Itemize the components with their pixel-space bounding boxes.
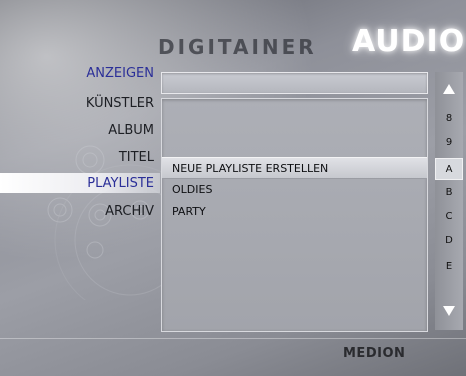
list-item-new-playlist[interactable]: NEUE PLAYLISTE ERSTELLEN bbox=[162, 157, 427, 179]
alpha-key-d[interactable]: D bbox=[435, 230, 463, 252]
nav-item-archiv[interactable]: ARCHIV bbox=[105, 204, 154, 219]
alpha-key-c[interactable]: C bbox=[435, 206, 463, 228]
list-item-party[interactable]: PARTY bbox=[162, 201, 427, 223]
footer-divider bbox=[0, 338, 466, 339]
alpha-key-a[interactable]: A bbox=[435, 158, 463, 180]
list-item-oldies[interactable]: OLDIES bbox=[162, 179, 427, 201]
scroll-up-icon[interactable] bbox=[443, 84, 455, 94]
digitainer-logo: DIGITAINER bbox=[158, 32, 333, 60]
search-field[interactable] bbox=[161, 72, 428, 94]
nav-item-album[interactable]: ALBUM bbox=[108, 123, 154, 138]
nav-item-titel[interactable]: TITEL bbox=[119, 150, 154, 165]
nav-item-playliste[interactable]: PLAYLISTE bbox=[87, 176, 154, 191]
nav-item-anzeigen[interactable]: ANZEIGEN bbox=[86, 66, 154, 81]
digitainer-wordmark: DIGITAINER bbox=[158, 35, 317, 59]
alpha-key-8[interactable]: 8 bbox=[435, 108, 463, 130]
alpha-key-9[interactable]: 9 bbox=[435, 132, 463, 154]
brand-name: DIGITAINER bbox=[158, 35, 317, 59]
section-title: AUDIO bbox=[352, 24, 466, 59]
nav-item-kuenstler[interactable]: KÜNSTLER bbox=[86, 96, 154, 111]
medion-logo: MEDION bbox=[343, 346, 406, 361]
alpha-key-b[interactable]: B bbox=[435, 182, 463, 204]
playlist-list: NEUE PLAYLISTE ERSTELLEN OLDIES PARTY bbox=[161, 98, 428, 332]
scroll-down-icon[interactable] bbox=[443, 306, 455, 316]
alpha-key-e[interactable]: E bbox=[435, 256, 463, 278]
